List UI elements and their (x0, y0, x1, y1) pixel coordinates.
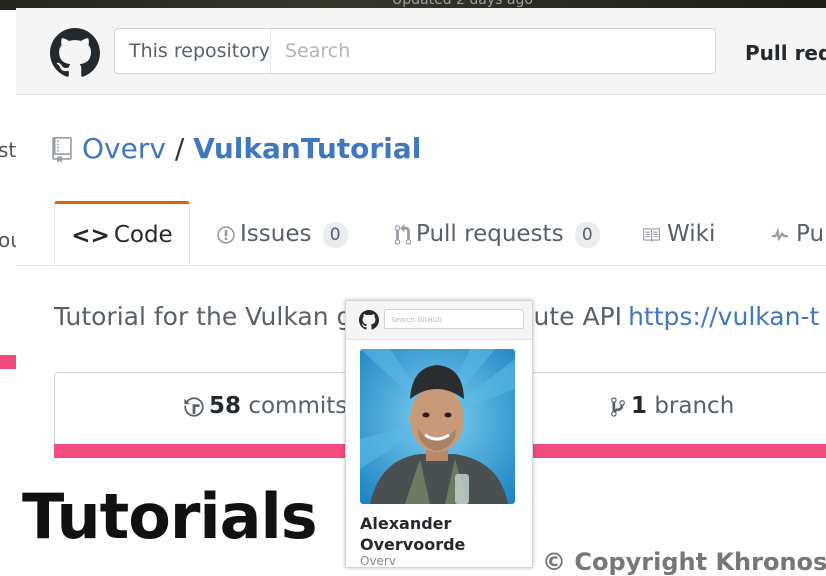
tab-code[interactable]: <> Code (54, 201, 190, 265)
branch-count: 1 (631, 393, 648, 419)
github-logo-icon[interactable] (50, 28, 100, 78)
commits-link[interactable]: 58 commits (183, 393, 347, 419)
search-input[interactable] (273, 31, 717, 71)
tab-pull-requests-label: Pull requests (416, 221, 564, 247)
repo-tabs: <> Code Issues 0 Pull requests 0 Wiki Pu (16, 201, 826, 266)
search-box: This repository (114, 28, 717, 74)
branch-icon (611, 396, 625, 417)
issues-counter: 0 (322, 221, 348, 248)
background-window-strip: st ou (0, 10, 23, 485)
branches-link[interactable]: 1 branch (609, 393, 734, 419)
book-icon (643, 227, 660, 242)
tab-issues-label: Issues (240, 221, 312, 247)
code-icon: <> (71, 222, 110, 249)
description-text-after: pute API (517, 302, 623, 331)
tab-pulse[interactable]: Pu (768, 201, 824, 265)
background-text-fragment: st (0, 138, 17, 162)
copyright-text: © Copyright Khronos G (542, 548, 826, 576)
history-icon (184, 396, 204, 417)
tab-wiki[interactable]: Wiki (639, 201, 715, 265)
profile-name: Alexander Overvoorde (360, 514, 466, 554)
avatar-image (360, 349, 515, 504)
repo-separator: / (174, 132, 185, 165)
tab-code-label: Code (113, 222, 173, 248)
github-logo-icon[interactable] (359, 310, 379, 330)
pull-request-icon (394, 223, 412, 245)
tab-pulse-label: Pu (796, 221, 825, 247)
pulse-icon (772, 227, 788, 241)
updated-text: Updated 2 days ago (392, 0, 533, 8)
page-heading: Tutorials (22, 480, 318, 553)
profile-card: Search GitHub Alexander Overvoorde Overv (345, 300, 533, 568)
issue-icon (217, 225, 235, 244)
description-link[interactable]: https://vulkan-t (628, 302, 819, 331)
profile-header: Search GitHub (346, 301, 532, 340)
avatar[interactable] (360, 349, 515, 504)
repo-name-link[interactable]: VulkanTutorial (193, 132, 421, 165)
repo-owner-link[interactable]: Overv (82, 132, 166, 165)
branch-label: branch (654, 393, 735, 419)
tab-wiki-label: Wiki (667, 221, 716, 247)
tab-pull-requests[interactable]: Pull requests 0 (394, 201, 600, 265)
commits-label: commits (248, 393, 348, 419)
search-scope-label[interactable]: This repository (115, 29, 271, 73)
site-header: This repository Pull requ (16, 8, 826, 95)
repo-icon (52, 137, 72, 163)
background-language-bar (0, 355, 16, 369)
nav-pull-requests-link[interactable]: Pull requ (745, 41, 826, 65)
commits-count: 58 (209, 393, 242, 419)
pull-requests-counter: 0 (574, 221, 600, 248)
repo-title: Overv / VulkanTutorial (52, 132, 421, 165)
description-text: Tutorial for the Vulkan gr (54, 302, 363, 331)
tab-issues[interactable]: Issues 0 (216, 201, 348, 265)
profile-search-input[interactable]: Search GitHub (384, 309, 524, 329)
